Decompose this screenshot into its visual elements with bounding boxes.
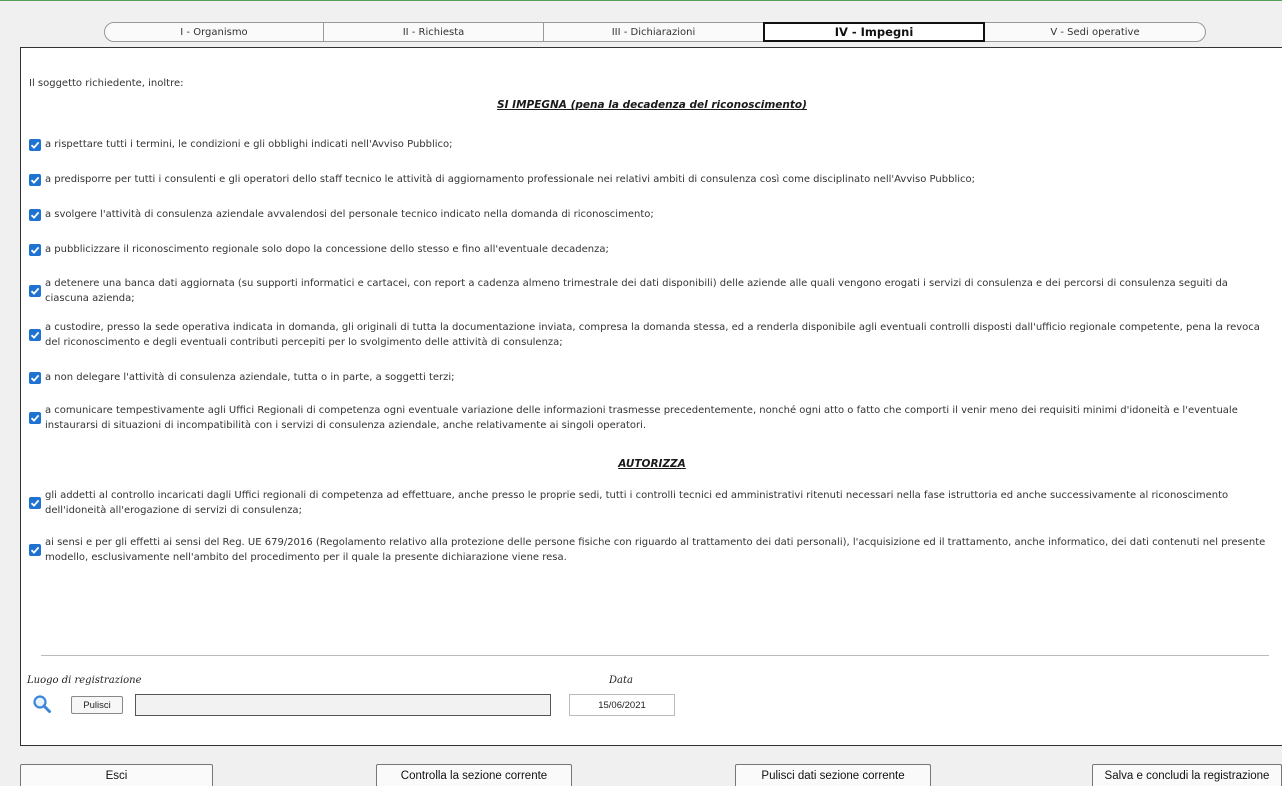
tab-impegni[interactable]: IV - Impegni [763, 22, 985, 42]
impegno-item: a rispettare tutti i termini, le condizi… [29, 137, 1269, 152]
checkbox[interactable] [29, 138, 41, 151]
tab-sedi-operative[interactable]: V - Sedi operative [985, 22, 1206, 42]
checkbox[interactable] [29, 243, 41, 256]
impegno-text: a pubblicizzare il riconoscimento region… [45, 244, 609, 255]
impegno-text: a rispettare tutti i termini, le condizi… [45, 139, 453, 150]
checkbox[interactable] [29, 285, 41, 297]
tab-organismo[interactable]: I - Organismo [104, 22, 324, 42]
impegno-item: a detenere una banca dati aggiornata (su… [29, 276, 1269, 306]
impegno-item: a comunicare tempestivamente agli Uffici… [29, 403, 1269, 433]
tab-richiesta[interactable]: II - Richiesta [324, 22, 544, 42]
checkbox[interactable] [29, 412, 41, 424]
salva-concludi-button[interactable]: Salva e concludi la registrazione [1092, 764, 1282, 786]
controlla-sezione-button[interactable]: Controlla la sezione corrente [376, 764, 572, 786]
intro-text: Il soggetto richiedente, inoltre: [29, 78, 184, 89]
autorizzazione-item: ai sensi e per gli effetti ai sensi del … [29, 535, 1269, 565]
pulisci-luogo-button[interactable]: Pulisci [71, 696, 123, 714]
luogo-label: Luogo di registrazione [27, 675, 142, 686]
impegno-text: a predisporre per tutti i consulenti e g… [45, 174, 975, 185]
impegni-panel: Il soggetto richiedente, inoltre: SI IMP… [20, 47, 1282, 746]
autorizzazione-text: gli addetti al controllo incaricati dagl… [45, 490, 1229, 516]
impegno-item: a custodire, presso la sede operativa in… [29, 320, 1269, 350]
checkbox[interactable] [29, 329, 41, 341]
heading-autorizza: AUTORIZZA [618, 458, 686, 470]
luogo-field[interactable] [135, 694, 551, 716]
top-accent-line [0, 0, 1282, 1]
section-divider [41, 655, 1269, 656]
impegno-item: a pubblicizzare il riconoscimento region… [29, 242, 1269, 257]
data-field[interactable]: 15/06/2021 [569, 694, 675, 716]
impegno-item: a svolgere l'attività di consulenza azie… [29, 207, 1269, 222]
impegno-item: a predisporre per tutti i consulenti e g… [29, 172, 1269, 187]
esci-button[interactable]: Esci [20, 764, 213, 786]
autorizzazione-text: ai sensi e per gli effetti ai sensi del … [45, 537, 1266, 563]
checkbox[interactable] [29, 173, 41, 186]
section-tabs: I - Organismo II - Richiesta III - Dichi… [104, 22, 1208, 42]
impegno-text: a custodire, presso la sede operativa in… [45, 322, 1260, 348]
checkbox[interactable] [29, 497, 41, 509]
impegno-text: a svolgere l'attività di consulenza azie… [45, 209, 654, 220]
data-label: Data [609, 675, 633, 686]
impegno-item: a non delegare l'attività di consulenza … [29, 370, 1269, 385]
autorizzazione-item: gli addetti al controllo incaricati dagl… [29, 488, 1269, 518]
checkbox[interactable] [29, 371, 41, 384]
impegno-text: a comunicare tempestivamente agli Uffici… [45, 405, 1238, 431]
tab-dichiarazioni[interactable]: III - Dichiarazioni [544, 22, 764, 42]
pulisci-sezione-button[interactable]: Pulisci dati sezione corrente [735, 764, 931, 786]
search-icon[interactable] [32, 694, 52, 714]
heading-si-impegna: SI IMPEGNA (pena la decadenza del ricono… [497, 99, 807, 111]
checkbox[interactable] [29, 208, 41, 221]
impegno-text: a detenere una banca dati aggiornata (su… [45, 278, 1228, 304]
checkbox[interactable] [29, 544, 41, 556]
impegno-text: a non delegare l'attività di consulenza … [45, 372, 455, 383]
